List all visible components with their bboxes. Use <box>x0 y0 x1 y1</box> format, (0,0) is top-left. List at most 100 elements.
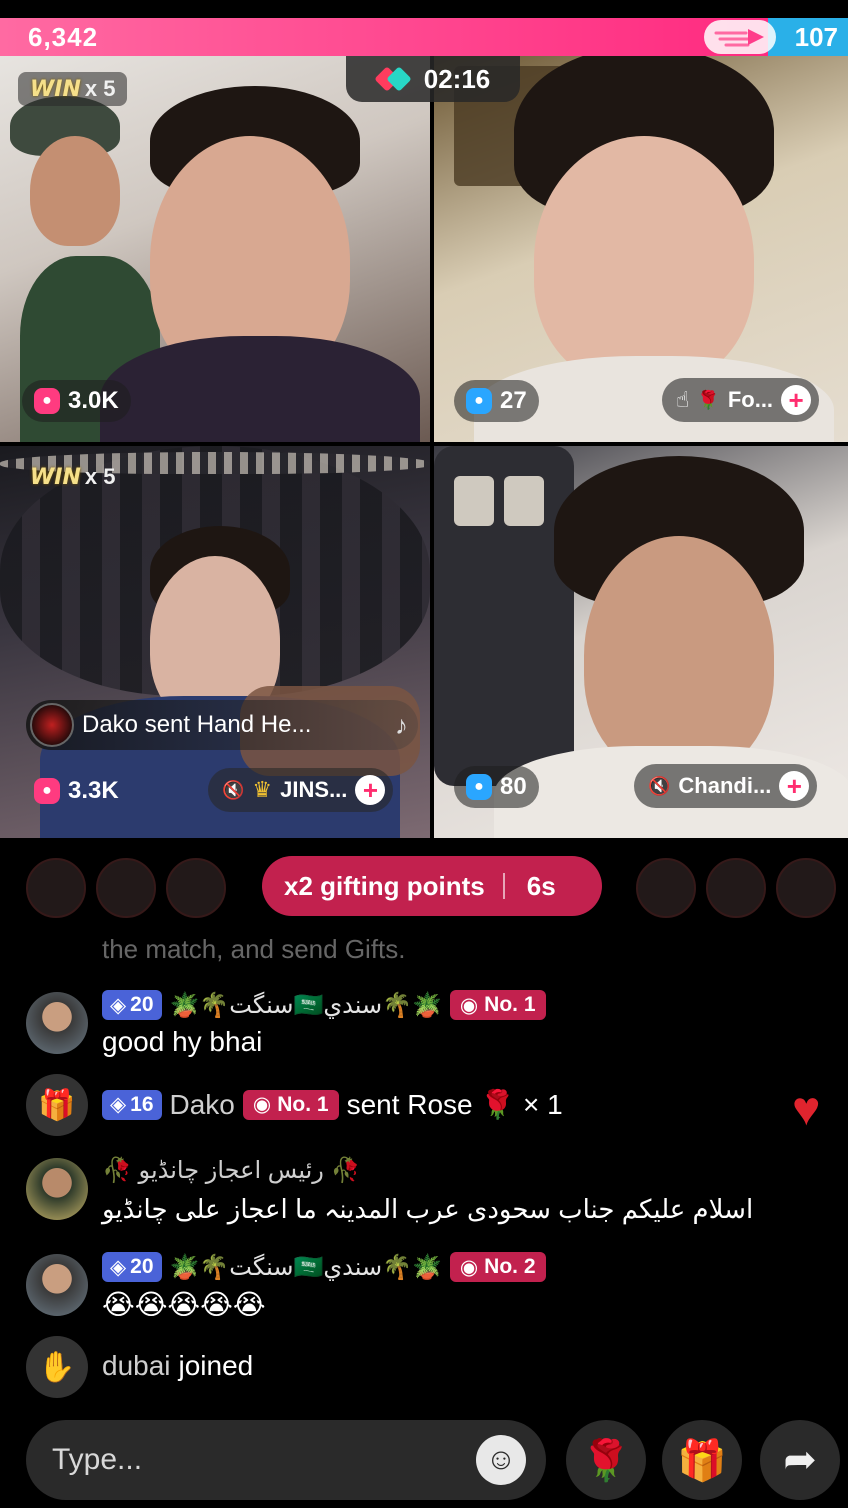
score-left-segment: 6,342 <box>0 18 776 56</box>
chat-message[interactable]: ◈ 20 🪴🌴سنگت🇸🇦سندي🌴🪴 ◉ No. 2 😭😭😭😭😭 <box>26 1252 826 1322</box>
guest-name-pill[interactable]: 🔇 ♛ JINS... + <box>208 768 394 812</box>
gifting-points-timer: 6s <box>526 870 556 901</box>
multi-guest-grid: WIN x 5 ● 3.0K 02:16 ● 27 ☝ 🌹 Fo... + WI… <box>0 56 848 838</box>
rank-badge: ◉ No. 1 <box>242 1089 339 1120</box>
crown-icon: ♛ <box>252 777 273 802</box>
guest-face <box>534 136 754 386</box>
likes-value: 3.3K <box>68 777 119 804</box>
bottom-action-bar: ☺ 🌹 🎁 ➦ <box>0 1416 848 1508</box>
guest-shoulders <box>100 336 420 442</box>
background-person-face <box>30 136 120 246</box>
score-left-value: 6,342 <box>28 21 99 52</box>
chat-faded-line: the match, and send Gifts. <box>102 934 406 964</box>
level-badge: ◈ 16 <box>102 1089 162 1120</box>
chair-detail <box>454 476 494 526</box>
blue-flame-icon: ● <box>466 388 492 414</box>
score-right-segment: 107 <box>768 18 848 56</box>
username[interactable]: 🪴🌴سنگت🇸🇦سندي🌴🪴 <box>170 1253 442 1282</box>
viewer-avatar[interactable] <box>636 858 696 918</box>
chat-message-text: good hy bhai <box>102 1026 263 1057</box>
guest-tile-4[interactable]: ● 80 🔇 Chandi... + <box>434 446 848 838</box>
wave-hand-icon: ✋ <box>26 1336 88 1398</box>
sender-avatar <box>30 703 74 747</box>
gift-button[interactable]: 🎁 <box>662 1420 742 1500</box>
share-arrow-icon: ➦ <box>783 1438 817 1482</box>
user-avatar[interactable] <box>26 992 88 1054</box>
rose-gift-button[interactable]: 🌹 <box>566 1420 646 1500</box>
chat-message[interactable]: ◈ 20 🪴🌴سنگت🇸🇦سندي🌴🪴 ◉ No. 1 good hy bhai <box>26 990 826 1060</box>
score-streak-icon <box>704 20 776 54</box>
rank-badge: ◉ No. 1 <box>449 990 546 1020</box>
match-timer: 02:16 <box>346 56 520 102</box>
username[interactable]: Dako <box>170 1089 235 1121</box>
follow-plus-icon[interactable]: + <box>781 385 812 415</box>
diamond-icon: ◈ <box>110 993 127 1017</box>
gift-message-line: ◈ 16 Dako ◉ No. 1 sent Rose 🌹 × 1 <box>102 1088 563 1121</box>
fan-club-icon: ◉ <box>459 993 479 1017</box>
muted-mic-icon: 🔇 <box>222 779 245 800</box>
viewer-strip: x2 gifting points 6s <box>0 852 848 922</box>
guest-name-pill[interactable]: 🔇 Chandi... + <box>634 764 818 808</box>
timer-value: 02:16 <box>423 63 491 94</box>
viewer-avatar[interactable] <box>706 858 766 918</box>
chat-message[interactable]: 🥀 رئیس اعجاز چانڈیو 🥀 اسلام علیکم جناب س… <box>26 1156 826 1226</box>
comment-field[interactable]: ☺ <box>26 1420 546 1500</box>
chair-detail <box>504 476 544 526</box>
diamond-icon: ◈ <box>110 1255 127 1279</box>
join-text: joined <box>178 1350 254 1381</box>
gifting-points-label: x2 gifting points <box>284 870 485 901</box>
gift-message-text: sent Rose 🌹 × 1 <box>346 1089 563 1120</box>
viewer-avatar[interactable] <box>776 858 836 918</box>
chat-message-header: 🥀 رئیس اعجاز چانڈیو 🥀 <box>102 1156 360 1185</box>
win-multiplier: x 5 <box>84 464 116 489</box>
chat-message-header: ◈ 20 🪴🌴سنگت🇸🇦سندي🌴🪴 ◉ No. 1 <box>102 990 546 1020</box>
guest-tile-2[interactable]: ● 27 ☝ 🌹 Fo... + <box>434 56 848 442</box>
share-button[interactable]: ➦ <box>760 1420 840 1500</box>
fan-club-icon: ◉ <box>252 1093 272 1116</box>
likes-value: 3.0K <box>68 387 119 414</box>
win-label: WIN <box>30 76 81 102</box>
guest-tile-3[interactable]: WIN x 5 Dako sent Hand He... ♪ ● 3.3K 🔇 … <box>0 446 430 838</box>
emoji-icon[interactable]: ☺ <box>476 1435 526 1485</box>
viewer-avatar[interactable] <box>96 858 156 918</box>
username[interactable]: dubai <box>102 1350 171 1382</box>
viewer-avatar[interactable] <box>166 858 226 918</box>
blue-flame-icon: ● <box>466 774 492 800</box>
guest-name: Fo... <box>727 387 774 412</box>
likes-value: 80 <box>500 773 527 800</box>
rose-icon: 🌹 <box>581 1438 631 1483</box>
heart-like-icon[interactable]: ♥ <box>792 1082 848 1138</box>
level-badge: ◈ 20 <box>102 990 162 1020</box>
muted-mic-icon: 🔇 <box>648 775 671 796</box>
likes-value: 27 <box>500 387 527 414</box>
fan-club-icon: ◉ <box>459 1255 479 1279</box>
follow-plus-icon[interactable]: + <box>779 771 810 801</box>
diamond-icon: ◈ <box>110 1093 127 1116</box>
win-streak-badge: WIN x 5 <box>18 72 128 106</box>
guest-tile-1[interactable]: WIN x 5 ● 3.0K <box>0 56 430 442</box>
viewer-avatar[interactable] <box>26 858 86 918</box>
join-message: ✋ dubai joined <box>26 1336 826 1398</box>
user-avatar[interactable] <box>26 1158 88 1220</box>
follow-plus-icon[interactable]: + <box>355 775 386 805</box>
battle-score-bar: 6,342 107 <box>0 18 848 56</box>
user-avatar[interactable] <box>26 1254 88 1316</box>
score-right-value: 107 <box>794 21 838 52</box>
username[interactable]: 🥀 رئیس اعجاز چانڈیو 🥀 <box>102 1156 360 1185</box>
guest-name-pill[interactable]: ☝ 🌹 Fo... + <box>662 378 820 422</box>
likes-counter: ● 27 <box>454 380 539 422</box>
gifting-points-banner[interactable]: x2 gifting points 6s <box>262 856 602 916</box>
pink-flame-icon: ● <box>34 778 60 804</box>
likes-counter: ● 80 <box>454 766 539 808</box>
guest-name: Chandi... <box>678 773 772 798</box>
comment-input[interactable] <box>52 1443 476 1477</box>
gift-box-icon: 🎁 <box>677 1438 727 1483</box>
win-label: WIN <box>30 464 81 490</box>
likes-counter: ● 3.3K <box>22 770 131 812</box>
win-multiplier: x 5 <box>84 76 116 101</box>
gift-message[interactable]: 🎁 ◈ 16 Dako ◉ No. 1 sent Rose 🌹 × 1 <box>26 1074 826 1136</box>
username[interactable]: 🪴🌴سنگت🇸🇦سندي🌴🪴 <box>170 991 442 1020</box>
guest-name: JINS... <box>280 777 348 802</box>
likes-counter: ● 3.0K <box>22 380 131 422</box>
pink-flame-icon: ● <box>34 388 60 414</box>
